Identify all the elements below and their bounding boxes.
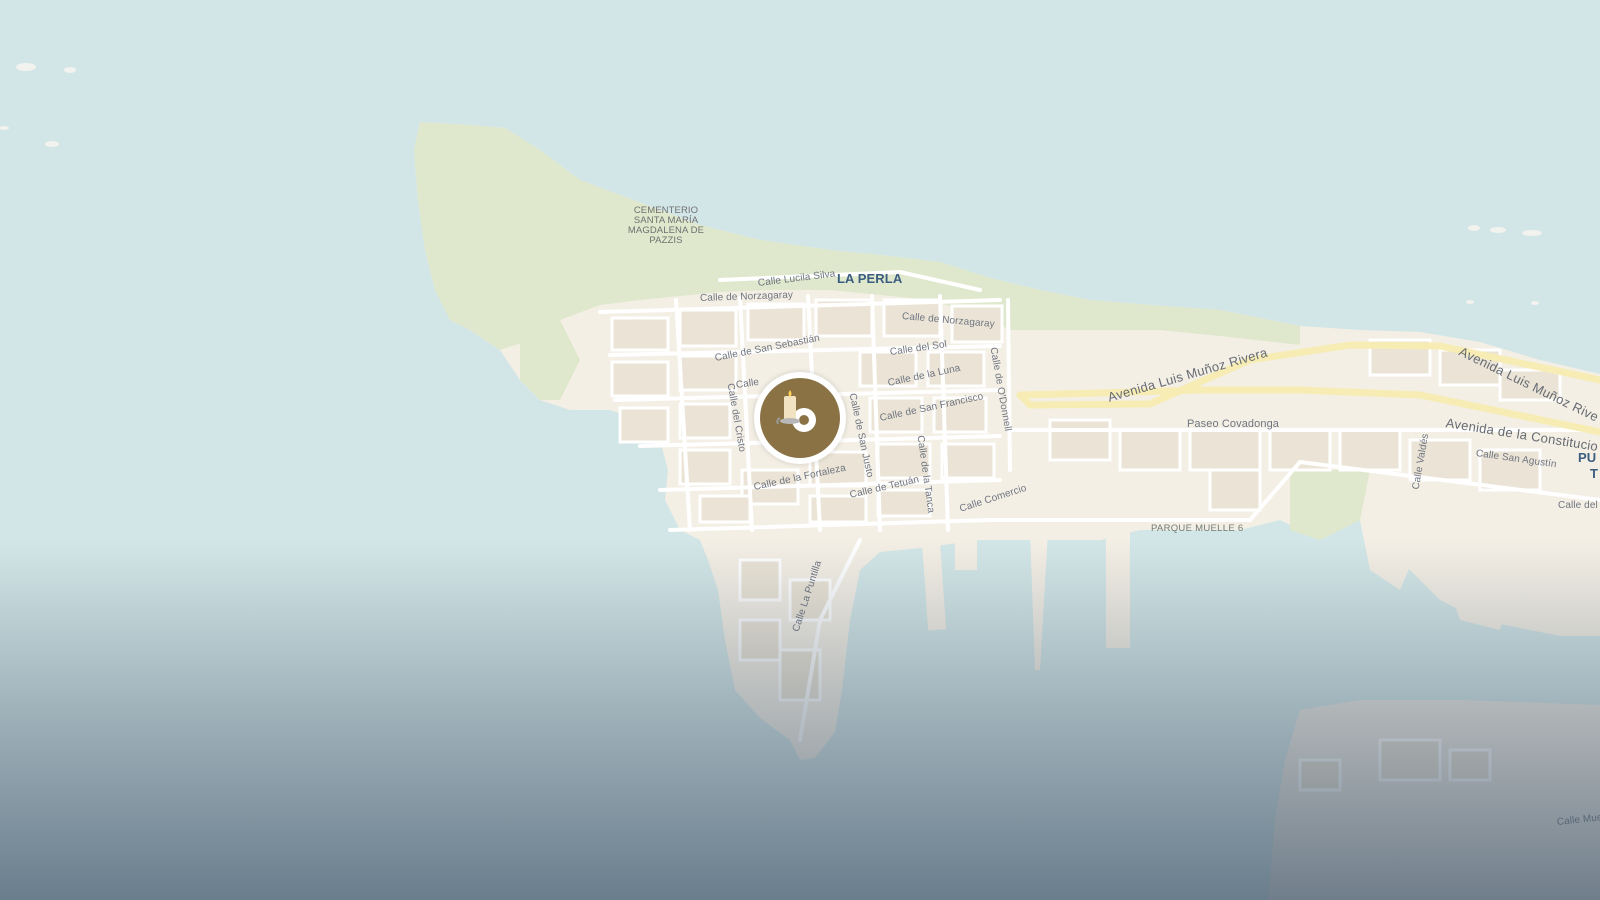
map-canvas[interactable]: CEMENTERIO SANTA MARÍA MAGDALENA DE PAZZ… <box>0 0 1600 900</box>
cemetery-label: CEMENTERIO SANTA MARÍA MAGDALENA DE PAZZ… <box>627 205 705 246</box>
candle-icon <box>776 390 816 432</box>
avenue-label-covadonga: Paseo Covadonga <box>1187 418 1280 430</box>
marker-inner-disc <box>760 378 840 458</box>
district-label-pu-partial: PU <box>1578 450 1597 465</box>
location-marker[interactable] <box>754 372 846 464</box>
land-isla-grande <box>1268 700 1600 900</box>
la-perla-label: LA PERLA <box>837 271 903 286</box>
district-label-t-partial: T <box>1590 466 1599 481</box>
street-label-calle-del-partial: Calle del T <box>1558 500 1600 511</box>
pier-label: PARQUE MUELLE 6 <box>1151 523 1244 534</box>
